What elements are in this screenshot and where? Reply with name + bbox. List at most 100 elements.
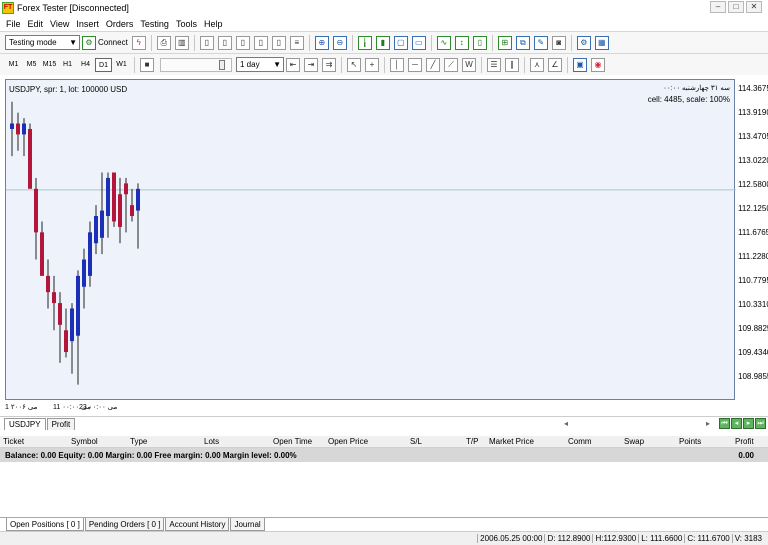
save-file-icon[interactable]: ▯ bbox=[235, 35, 250, 50]
connect-icon[interactable]: ⚙ bbox=[82, 35, 96, 50]
period-select[interactable]: 1 day ▼ bbox=[236, 57, 284, 72]
scroll-right-arrow-icon[interactable]: ▸ bbox=[706, 419, 710, 428]
candle-chart-icon[interactable]: ▮ bbox=[375, 35, 390, 50]
tab-account-history[interactable]: Account History bbox=[165, 518, 230, 531]
new-chart-icon[interactable]: ▯ bbox=[199, 35, 214, 50]
vertical-line-icon[interactable]: │ bbox=[390, 57, 404, 72]
candle-body bbox=[100, 210, 104, 238]
open-file-icon[interactable]: ▯ bbox=[217, 35, 232, 50]
calendar-icon[interactable]: ▦ bbox=[594, 35, 609, 50]
col-symbol[interactable]: Symbol bbox=[71, 437, 98, 446]
speed-slider[interactable] bbox=[160, 57, 232, 72]
chart-area[interactable]: USDJPY, spr: 1, lot: 100000 USD سه ۳۱ چه… bbox=[5, 79, 736, 400]
gear-icon[interactable]: ⚙ bbox=[576, 35, 591, 50]
tf-m5[interactable]: M5 bbox=[23, 58, 40, 72]
scroll-left-arrow-icon[interactable]: ◂ bbox=[564, 419, 568, 428]
close-button[interactable]: ✕ bbox=[746, 1, 762, 13]
cursor-icon[interactable]: ↖ bbox=[347, 57, 361, 72]
gann-icon[interactable]: ∠ bbox=[548, 57, 562, 72]
objects-icon[interactable]: ▣ bbox=[573, 57, 587, 72]
status-volume: V: 3183 bbox=[731, 534, 764, 543]
zoom-out-icon[interactable]: ⊖ bbox=[332, 35, 347, 50]
brush-icon[interactable]: ✎ bbox=[533, 35, 548, 50]
prev-bar-icon[interactable]: ◂ bbox=[731, 418, 742, 429]
menu-orders[interactable]: Orders bbox=[104, 19, 139, 29]
menu-bar: File Edit View Insert Orders Testing Too… bbox=[0, 16, 768, 31]
menu-view[interactable]: View bbox=[48, 19, 74, 29]
chart-tab-profit[interactable]: Profit bbox=[46, 418, 76, 430]
col-type[interactable]: Type bbox=[130, 437, 147, 446]
col-points[interactable]: Points bbox=[679, 437, 701, 446]
tf-m15[interactable]: M15 bbox=[41, 58, 58, 72]
chart-layout-icon[interactable]: ▥ bbox=[174, 35, 189, 50]
tf-d1[interactable]: D1 bbox=[95, 57, 112, 72]
period-select-value: 1 day bbox=[240, 60, 260, 69]
col-sl[interactable]: S/L bbox=[410, 437, 422, 446]
bar-chart-icon[interactable]: ╽ bbox=[357, 35, 372, 50]
tab-pending-orders[interactable]: Pending Orders [ 0 ] bbox=[84, 518, 165, 531]
line-chart-icon[interactable]: ∿ bbox=[436, 35, 451, 50]
tf-m1[interactable]: M1 bbox=[5, 58, 22, 72]
crosshair-icon[interactable]: + bbox=[365, 57, 379, 72]
main-toolbar: Testing mode ▼ ⚙ Connect ϟ ⎙ ▥ ▯ ▯ ▯ ▯ ▯ … bbox=[0, 31, 768, 53]
col-lots[interactable]: Lots bbox=[204, 437, 219, 446]
step-icon[interactable]: ⇥ bbox=[304, 57, 318, 72]
col-open-price[interactable]: Open Price bbox=[328, 437, 368, 446]
separator bbox=[193, 34, 195, 51]
next-bar-icon[interactable]: ▸ bbox=[743, 418, 754, 429]
tf-h1[interactable]: H1 bbox=[59, 58, 76, 72]
arrow-buy-icon[interactable]: ↕ bbox=[454, 35, 469, 50]
col-open-time[interactable]: Open Time bbox=[273, 437, 312, 446]
candle-body bbox=[106, 177, 110, 217]
chart-tab-usdjpy[interactable]: USDJPY bbox=[4, 418, 46, 430]
col-swap[interactable]: Swap bbox=[624, 437, 644, 446]
menu-edit[interactable]: Edit bbox=[26, 19, 49, 29]
lightning-icon[interactable]: ϟ bbox=[131, 35, 146, 50]
connect-button[interactable]: Connect bbox=[98, 38, 128, 47]
col-profit[interactable]: Profit bbox=[735, 437, 754, 446]
tab-journal[interactable]: Journal bbox=[230, 518, 265, 531]
last-bar-icon[interactable]: ⏭ bbox=[755, 418, 766, 429]
indicators-icon[interactable]: ⊞ bbox=[497, 35, 512, 50]
window-full-icon[interactable]: ▭ bbox=[411, 35, 426, 50]
step-forward-icon[interactable]: ⇉ bbox=[322, 57, 336, 72]
tf-h4[interactable]: H4 bbox=[77, 58, 94, 72]
slider-knob[interactable] bbox=[219, 59, 225, 70]
ray-icon[interactable]: ⟋ bbox=[444, 57, 458, 72]
stop-icon[interactable]: ■ bbox=[140, 57, 154, 72]
menu-insert[interactable]: Insert bbox=[74, 19, 104, 29]
mode-select[interactable]: Testing mode ▼ bbox=[5, 35, 80, 50]
fibo-icon[interactable]: ☰ bbox=[487, 57, 501, 72]
printer-icon[interactable]: ⎙ bbox=[156, 35, 171, 50]
price-tick: 111.6765 bbox=[738, 228, 768, 237]
first-bar-icon[interactable]: ⏮ bbox=[719, 418, 730, 429]
tab-open-positions[interactable]: Open Positions [ 0 ] bbox=[6, 518, 84, 531]
tf-w1[interactable]: W1 bbox=[113, 58, 130, 72]
maximize-button[interactable]: □ bbox=[728, 1, 744, 13]
properties-icon[interactable]: ◙ bbox=[551, 35, 566, 50]
import-icon[interactable]: ▯ bbox=[271, 35, 286, 50]
candle-type-icon[interactable]: ▯ bbox=[472, 35, 487, 50]
templates-icon[interactable]: ⧉ bbox=[515, 35, 530, 50]
col-market-price[interactable]: Market Price bbox=[489, 437, 534, 446]
horizontal-line-icon[interactable]: ─ bbox=[408, 57, 422, 72]
minimize-button[interactable]: – bbox=[710, 1, 726, 13]
menu-tools[interactable]: Tools bbox=[174, 19, 202, 29]
delete-objects-icon[interactable]: ◉ bbox=[591, 57, 605, 72]
menu-file[interactable]: File bbox=[4, 19, 26, 29]
col-ticket[interactable]: Ticket bbox=[3, 437, 24, 446]
candle bbox=[52, 275, 56, 331]
wave-icon[interactable]: W bbox=[462, 57, 476, 72]
settings-list-icon[interactable]: ≡ bbox=[289, 35, 304, 50]
trend-line-icon[interactable]: ╱ bbox=[426, 57, 440, 72]
export-icon[interactable]: ▯ bbox=[253, 35, 268, 50]
step-back-icon[interactable]: ⇤ bbox=[286, 57, 300, 72]
col-comm[interactable]: Comm bbox=[568, 437, 592, 446]
menu-help[interactable]: Help bbox=[202, 19, 228, 29]
menu-testing[interactable]: Testing bbox=[138, 19, 174, 29]
channel-icon[interactable]: ∥ bbox=[505, 57, 519, 72]
window-tile-icon[interactable]: ▢ bbox=[393, 35, 408, 50]
pitchfork-icon[interactable]: ⋏ bbox=[530, 57, 544, 72]
col-tp[interactable]: T/P bbox=[466, 437, 478, 446]
zoom-in-icon[interactable]: ⊕ bbox=[314, 35, 329, 50]
